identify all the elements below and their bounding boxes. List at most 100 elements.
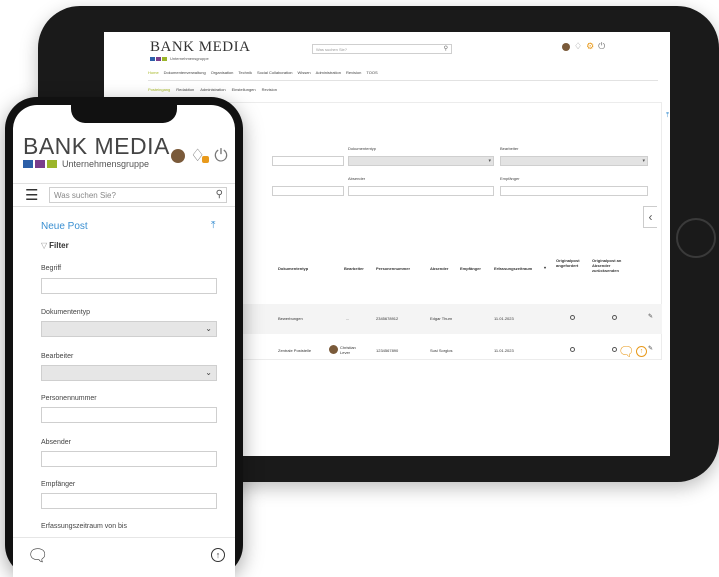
- tablet-label-bearbeiter: Bearbeiter: [500, 146, 519, 151]
- edit-icon[interactable]: ✎: [648, 345, 653, 352]
- tablet-field-empfaenger[interactable]: [500, 186, 648, 196]
- device-mockup-stage: BANK MEDIA Unternehmensgruppe Was suchen…: [0, 0, 719, 577]
- tablet-field-begriff[interactable]: [272, 156, 344, 166]
- notification-badge: [202, 156, 210, 163]
- cell-bearbeiter: Christian Lever: [340, 345, 356, 355]
- chat-icon[interactable]: 🗨: [618, 344, 635, 360]
- th-originalpost-angefordert[interactable]: Originalpost angefordert: [556, 258, 582, 268]
- brand-name: BANK MEDIA: [23, 133, 170, 159]
- cell-bearbeiter: ...: [346, 316, 350, 321]
- chevron-down-icon: ⌄: [205, 324, 212, 333]
- upload-icon[interactable]: ⤒: [666, 112, 669, 120]
- logo-square-blue: [150, 56, 155, 61]
- th-erfassungszeitraum[interactable]: Erfassungszeitraum: [494, 266, 532, 271]
- empfaenger-field[interactable]: [41, 493, 217, 509]
- nav-item-technik[interactable]: Technik: [238, 70, 252, 75]
- tablet-field-absender[interactable]: [348, 186, 494, 196]
- tablet-field-personennummer[interactable]: [272, 186, 344, 196]
- cell-absender: Edgar Thurn: [430, 316, 453, 321]
- nav-item-social-collaboration[interactable]: Social Collaboration: [257, 70, 293, 75]
- tablet-logo[interactable]: BANK MEDIA Unternehmensgruppe: [150, 40, 250, 61]
- tablet-sub-nav: Posteingang Redaktion Administration Ein…: [148, 87, 277, 92]
- tablet-home-button: [676, 218, 716, 258]
- absender-field[interactable]: [41, 451, 217, 467]
- chevron-left-icon[interactable]: ‹: [643, 206, 657, 228]
- tablet-label-absender: Absender: [348, 176, 366, 181]
- power-icon[interactable]: ⏻: [598, 42, 605, 51]
- phone-header-icons: ♢ ⏻: [171, 147, 228, 164]
- power-icon[interactable]: ⏻: [214, 147, 227, 164]
- tablet-select-dokumententyp[interactable]: ▾: [348, 156, 494, 166]
- tablet-header-icons: ♢ ⚙ ⏻: [562, 42, 605, 51]
- brand-subtitle: Unternehmensgruppe: [62, 159, 150, 169]
- avatar[interactable]: [562, 42, 570, 51]
- chevron-down-icon: ▾: [642, 158, 645, 164]
- th-personennummer[interactable]: Personennummer: [376, 266, 410, 271]
- radio-angefordert[interactable]: [570, 315, 575, 320]
- th-absender[interactable]: Absender: [430, 266, 448, 271]
- th-bearbeiter[interactable]: Bearbeiter: [344, 266, 364, 271]
- th-originalpost-zuruecksenden[interactable]: Originalpost an Absender zurücksenden: [592, 258, 636, 273]
- phone-search-bar: ☰ Was suchen Sie? ⚲: [13, 183, 235, 207]
- tablet-label-empfaenger: Empfänger: [500, 176, 520, 181]
- gear-icon[interactable]: ⚙: [586, 42, 594, 51]
- dokumententyp-select[interactable]: ⌄: [41, 321, 217, 337]
- bell-icon[interactable]: ♢: [574, 42, 582, 51]
- th-dokumententyp[interactable]: Dokumententyp: [278, 266, 308, 271]
- subnav-item-posteingang[interactable]: Posteingang: [148, 87, 170, 92]
- tablet-search-placeholder: Was suchen Sie?: [316, 47, 347, 52]
- nav-item-home[interactable]: Home: [148, 70, 159, 75]
- label-begriff: Begriff: [41, 265, 62, 272]
- radio-angefordert[interactable]: [570, 347, 575, 352]
- menu-icon[interactable]: ☰: [25, 188, 38, 203]
- cell-datum: 11.01.2023: [494, 316, 514, 321]
- brand-name: BANK MEDIA: [150, 39, 251, 55]
- label-bearbeiter: Bearbeiter: [41, 353, 74, 360]
- arrow-up-icon[interactable]: ↑: [211, 548, 225, 562]
- sort-chevron-icon[interactable]: ▾: [544, 265, 546, 270]
- search-icon[interactable]: ⚲: [444, 45, 448, 52]
- bearbeiter-select[interactable]: ⌄: [41, 365, 217, 381]
- avatar[interactable]: [171, 148, 185, 163]
- chevron-down-icon: ⌄: [205, 368, 212, 377]
- nav-item-administration[interactable]: Administration: [316, 70, 341, 75]
- radio-zuruecksenden[interactable]: [612, 315, 617, 320]
- label-erfassungszeitraum: Erfassungszeitraum von bis: [41, 523, 127, 530]
- chat-icon[interactable]: 🗨: [27, 546, 49, 566]
- search-icon[interactable]: ⚲: [216, 189, 223, 200]
- avatar: [329, 345, 338, 354]
- phone-logo[interactable]: BANK MEDIA Unternehmensgruppe: [23, 135, 170, 169]
- personennummer-field[interactable]: [41, 407, 217, 423]
- nav-item-dokumentenverwaltung[interactable]: Dokumentenverwaltung: [164, 70, 206, 75]
- cell-dokumententyp: Bewerbungen: [278, 316, 303, 321]
- tablet-header: BANK MEDIA Unternehmensgruppe Was suchen…: [104, 32, 670, 66]
- label-empfaenger: Empfänger: [41, 481, 76, 488]
- phone-screen: BANK MEDIA Unternehmensgruppe ♢ ⏻ ☰ Was …: [13, 105, 235, 577]
- phone-search-placeholder: Was suchen Sie?: [54, 191, 116, 200]
- th-empfaenger[interactable]: Empfänger: [460, 266, 481, 271]
- arrow-up-icon[interactable]: ↑: [636, 346, 647, 357]
- nav-item-organisation[interactable]: Organisation: [211, 70, 234, 75]
- phone-notch: [71, 105, 177, 123]
- nav-divider: [148, 80, 658, 81]
- subnav-item-einstellungen[interactable]: Einstellungen: [232, 87, 256, 92]
- tablet-search-input[interactable]: Was suchen Sie? ⚲: [312, 44, 452, 54]
- phone-search-input[interactable]: Was suchen Sie? ⚲: [49, 187, 227, 203]
- radio-zuruecksenden[interactable]: [612, 347, 617, 352]
- brand-subtitle-row: Unternehmensgruppe: [150, 56, 250, 61]
- upload-icon[interactable]: ⤒: [211, 220, 215, 231]
- nav-item-toos[interactable]: TOOS: [366, 70, 377, 75]
- subnav-item-revision[interactable]: Revision: [262, 87, 277, 92]
- subnav-item-administration[interactable]: Administration: [200, 87, 225, 92]
- filter-label: Filter: [49, 241, 69, 250]
- logo-square-purple: [35, 160, 45, 168]
- begriff-field[interactable]: [41, 278, 217, 294]
- edit-icon[interactable]: ✎: [648, 313, 653, 320]
- filter-heading[interactable]: ▽ Filter: [41, 241, 69, 250]
- tablet-select-bearbeiter[interactable]: ▾: [500, 156, 648, 166]
- nav-item-wissen[interactable]: Wissen: [298, 70, 311, 75]
- cell-personennummer: 2345678912: [376, 316, 399, 321]
- subnav-item-redaktion[interactable]: Redaktion: [176, 87, 194, 92]
- cell-personennummer: 1234567890: [376, 348, 399, 353]
- nav-item-revision[interactable]: Revision: [346, 70, 361, 75]
